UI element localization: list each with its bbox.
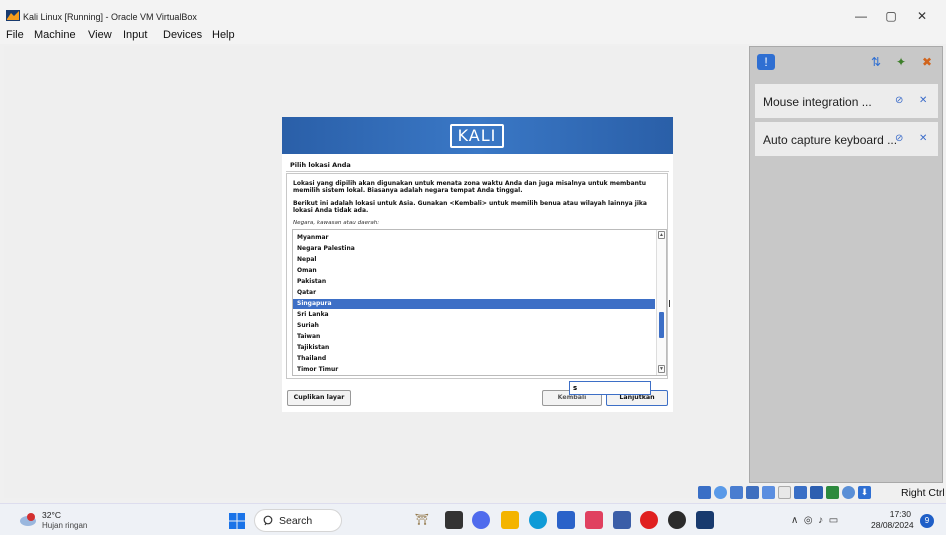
hard-disk-icon[interactable]: [698, 486, 711, 499]
pin-icon[interactable]: ⇅: [867, 54, 885, 70]
kali-logo: KALI: [450, 124, 504, 148]
task-view-icon[interactable]: [445, 511, 463, 529]
scroll-thumb[interactable]: [659, 312, 664, 338]
list-item-sri-lanka[interactable]: Sri Lanka: [293, 310, 655, 320]
keyboard-capture-disabled-icon[interactable]: ⊘: [895, 133, 903, 144]
pinned-app-icon[interactable]: [613, 511, 631, 529]
file-explorer-icon[interactable]: [501, 511, 519, 529]
list-item-oman[interactable]: Oman: [293, 266, 655, 276]
list-item-negara-palestina[interactable]: Negara Palestina: [293, 244, 655, 254]
opera-icon[interactable]: [640, 511, 658, 529]
temple-widget-icon[interactable]: ⛩: [413, 511, 431, 529]
close-icon[interactable]: ✕: [919, 133, 927, 144]
brave-icon[interactable]: [668, 511, 686, 529]
optical-drive-icon[interactable]: [714, 486, 727, 499]
menu-bar: File Machine View Input Devices Help: [0, 28, 946, 44]
store-icon[interactable]: [557, 511, 575, 529]
cpu-icon[interactable]: [826, 486, 839, 499]
shared-folders-icon[interactable]: [778, 486, 791, 499]
display-icon[interactable]: [794, 486, 807, 499]
edge-icon[interactable]: [529, 511, 547, 529]
scroll-down-arrow-icon[interactable]: ▼: [658, 365, 665, 373]
location-panel: Lokasi yang dipilih akan digunakan untuk…: [286, 173, 668, 379]
minimize-button[interactable]: —: [851, 9, 871, 23]
search-icon: [263, 515, 273, 526]
windows-start-icon[interactable]: [229, 513, 245, 529]
menu-input[interactable]: Input: [123, 29, 147, 41]
close-icon[interactable]: ✕: [919, 95, 927, 106]
mouse-integration-disabled-icon[interactable]: ⊘: [895, 95, 903, 106]
list-item-myanmar[interactable]: Myanmar: [293, 233, 655, 243]
section-title: Pilih lokasi Anda: [290, 161, 351, 169]
screenshot-button[interactable]: Cuplikan layar: [287, 390, 351, 406]
divider: [286, 171, 669, 172]
network-icon[interactable]: [746, 486, 759, 499]
description-text-1: Lokasi yang dipilih akan digunakan untuk…: [293, 180, 647, 194]
auto-capture-card[interactable]: Auto capture keyboard ... ⊘ ✕: [755, 122, 938, 156]
list-item-singapura-selected[interactable]: Singapura: [293, 299, 655, 309]
list-item-tajikistan[interactable]: Tajikistan: [293, 343, 655, 353]
virtualbox-taskbar-icon[interactable]: [696, 511, 714, 529]
typeahead-search-box[interactable]: s: [569, 381, 651, 395]
system-tray-icons[interactable]: ∧ ◎ ♪ ▭: [791, 515, 838, 526]
usb-icon[interactable]: [762, 486, 775, 499]
clock-time: 17:30: [889, 509, 911, 519]
installer-banner: KALI: [282, 117, 673, 154]
list-item-suriah[interactable]: Suriah: [293, 321, 655, 331]
close-button[interactable]: ✕: [912, 9, 932, 23]
menu-file[interactable]: File: [6, 29, 24, 41]
recording-icon[interactable]: [810, 486, 823, 499]
chat-bubble-icon[interactable]: !: [757, 54, 775, 70]
list-scrollbar[interactable]: ▲ ▼: [656, 230, 666, 375]
notification-badge[interactable]: 9: [920, 514, 934, 528]
menu-view[interactable]: View: [88, 29, 112, 41]
notification-sidebar: ! ⇅ ✦ ✖ Mouse integration ... ⊘ ✕ Auto c…: [749, 46, 943, 483]
chat-icon[interactable]: [472, 511, 490, 529]
clock-date: 28/08/2024: [871, 520, 914, 530]
search-placeholder: Search: [279, 515, 313, 527]
dismiss-all-icon[interactable]: ✖: [918, 54, 936, 70]
settings-icon[interactable]: ✦: [892, 54, 910, 70]
kali-installer-dialog: KALI Pilih lokasi Anda Lokasi yang dipil…: [282, 117, 673, 412]
pocket-icon[interactable]: [585, 511, 603, 529]
scroll-up-arrow-icon[interactable]: ▲: [658, 231, 665, 239]
audio-icon[interactable]: [730, 486, 743, 499]
list-item-thailand[interactable]: Thailand: [293, 354, 655, 364]
weather-temperature[interactable]: 32°C: [42, 510, 61, 520]
weather-condition[interactable]: Hujan ringan: [42, 521, 87, 530]
description-text-2: Berikut ini adalah lokasi untuk Asia. Gu…: [293, 200, 647, 214]
menu-help[interactable]: Help: [212, 29, 235, 41]
window-title: Kali Linux [Running] - Oracle VM Virtual…: [23, 12, 197, 22]
host-key-label: Right Ctrl: [901, 487, 945, 499]
list-item-pakistan[interactable]: Pakistan: [293, 277, 655, 287]
mouse-cursor: [669, 300, 670, 307]
mouse-integration-card[interactable]: Mouse integration ... ⊘ ✕: [755, 84, 938, 118]
title-bar: Kali Linux [Running] - Oracle VM Virtual…: [0, 0, 946, 28]
taskbar-clock[interactable]: 17:30 28/08/2024: [871, 509, 914, 531]
list-hint: Negara, kawasan atau daerah:: [293, 220, 380, 226]
mouse-capture-icon[interactable]: ⬇: [858, 486, 871, 499]
maximize-button[interactable]: ▢: [881, 9, 901, 23]
country-list[interactable]: Myanmar Negara Palestina Nepal Oman Paki…: [292, 229, 667, 376]
vm-status-bar: ⬇ Right Ctrl: [698, 485, 946, 501]
list-item-qatar[interactable]: Qatar: [293, 288, 655, 298]
taskbar-search[interactable]: Search: [254, 509, 342, 532]
list-item-nepal[interactable]: Nepal: [293, 255, 655, 265]
windows-taskbar: 32°C Hujan ringan Search ⛩ ∧ ◎ ♪ ▭ 17:30…: [0, 503, 946, 535]
guest-additions-icon[interactable]: [842, 486, 855, 499]
list-item-taiwan[interactable]: Taiwan: [293, 332, 655, 342]
weather-rain-icon[interactable]: [17, 512, 37, 528]
menu-devices[interactable]: Devices: [163, 29, 202, 41]
virtualbox-window: Kali Linux [Running] - Oracle VM Virtual…: [0, 0, 946, 535]
list-item-timor-timur[interactable]: Timor Timur: [293, 365, 655, 375]
mouse-integration-label: Mouse integration ...: [763, 95, 872, 109]
auto-capture-label: Auto capture keyboard ...: [763, 133, 898, 147]
menu-machine[interactable]: Machine: [34, 29, 76, 41]
virtualbox-app-icon: [6, 10, 20, 21]
